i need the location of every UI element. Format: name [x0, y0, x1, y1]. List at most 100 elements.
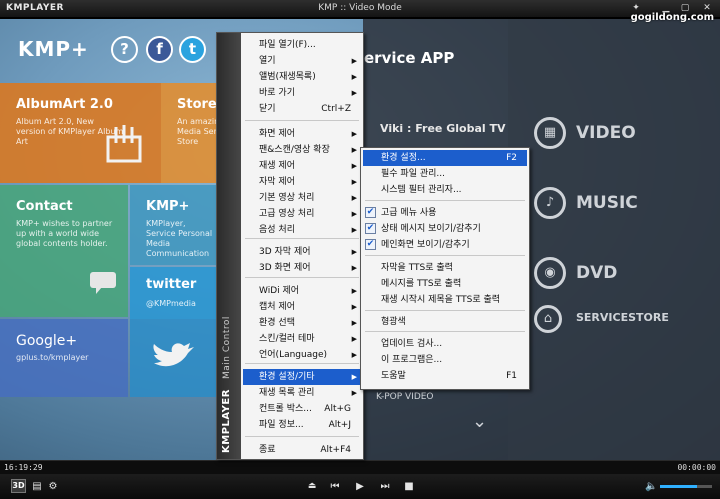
main-menu-item[interactable]: 종료 Alt+F4 — [243, 442, 361, 458]
main-menu-item[interactable]: 열기 ▶ — [243, 53, 361, 69]
gear-icon[interactable]: ⚙ — [47, 479, 59, 494]
main-menu-item[interactable]: 3D 자막 제어 ▶ — [243, 244, 361, 260]
window-title: KMP :: Video Mode — [318, 3, 402, 13]
submenu-item[interactable]: ✔ 메인화면 보이기/감추기 — [363, 237, 527, 253]
submenu-item[interactable]: 메시지를 TTS로 출력 — [363, 276, 527, 292]
next-icon[interactable]: ⏭ — [378, 479, 392, 494]
title-bar: KMPLAYER KMP :: Video Mode ✦ ▁ ▢ ✕ — [0, 0, 720, 18]
menu-item-label: 언어(Language) — [259, 350, 327, 360]
tile-title: twitter — [146, 277, 197, 292]
eject-icon[interactable]: ⏏ — [305, 479, 319, 494]
playlist-icon[interactable]: ▤ — [31, 479, 43, 494]
volume-fill — [660, 485, 698, 488]
submenu-item-label: 메인화면 보이기/감추기 — [381, 240, 470, 250]
submenu-item[interactable]: 필수 파일 관리... — [363, 166, 527, 182]
submenu-item[interactable]: 형광색 — [363, 314, 527, 330]
tile-google-plus[interactable]: Google+ gplus.to/kmplayer — [0, 319, 128, 397]
main-menu-item[interactable]: 파일 정보... Alt+J — [243, 417, 361, 433]
menu-item-label: 화면 제어 — [259, 129, 295, 139]
tile-twitter[interactable]: twitter @KMPmedia — [130, 267, 217, 319]
submenu-item[interactable]: 이 프로그램은... — [363, 352, 527, 368]
facebook-icon[interactable]: f — [146, 36, 173, 63]
3d-button[interactable]: 3D — [11, 479, 26, 493]
main-menu-item[interactable]: 재생 목록 관리 ▶ — [243, 385, 361, 401]
checkmark-icon: ✔ — [365, 223, 376, 234]
play-icon[interactable]: ▶ — [353, 479, 367, 494]
main-menu-item[interactable]: 3D 화면 제어 ▶ — [243, 260, 361, 276]
menu-item-label: 종료 — [259, 445, 276, 455]
help-icon[interactable]: ? — [111, 36, 138, 63]
previous-icon[interactable]: ⏮ — [328, 479, 342, 494]
menu-video[interactable]: VIDEO — [576, 123, 636, 143]
submenu-item[interactable]: 재생 시작시 제목을 TTS로 출력 — [363, 292, 527, 308]
video-icon: ▦ — [534, 117, 566, 149]
menu-servicestore[interactable]: SERVICESTORE — [576, 311, 669, 324]
menu-item-shortcut: Ctrl+Z — [321, 104, 351, 114]
tile-desc: gplus.to/kmplayer — [16, 353, 89, 362]
submenu-item[interactable]: 환경 설정... F2 — [363, 150, 527, 166]
menu-separator — [245, 363, 359, 364]
main-menu-item[interactable]: 기본 영상 처리 ▶ — [243, 190, 361, 206]
submenu-arrow-icon: ▶ — [351, 178, 357, 186]
main-menu-item[interactable]: 앨범(재생목록) ▶ — [243, 69, 361, 85]
submenu-arrow-icon: ▶ — [351, 210, 357, 218]
main-menu-item[interactable]: 화면 제어 ▶ — [243, 126, 361, 142]
menu-item-label: 앨범(재생목록) — [259, 72, 316, 82]
submenu-item[interactable]: 도움말 F1 — [363, 368, 527, 384]
partial-item[interactable]: K-POP VIDEO — [376, 392, 434, 402]
menu-item-label: 재생 목록 관리 — [259, 388, 315, 398]
submenu-item[interactable]: 시스템 필터 관리자... — [363, 182, 527, 198]
tile-store[interactable]: Store An amazing Media Service Store — [161, 83, 217, 183]
submenu-item[interactable]: 업데이트 검사... — [363, 336, 527, 352]
main-menu-item[interactable]: 스킨/컬러 테마 ▶ — [243, 331, 361, 347]
main-menu-item[interactable]: 바로 가기 ▶ — [243, 85, 361, 101]
seek-bar[interactable]: 16:19:29 00:00:00 — [0, 460, 720, 474]
submenu-item-label: 이 프로그램은... — [381, 355, 443, 365]
submenu-item-label: 도움말 — [381, 371, 406, 381]
viki-item[interactable]: Viki : Free Global TV — [380, 122, 506, 135]
volume-slider[interactable] — [660, 485, 712, 488]
main-menu-item[interactable]: 파일 열기(F)... — [243, 37, 361, 53]
tile-bird[interactable] — [130, 319, 217, 397]
submenu-arrow-icon: ▶ — [351, 57, 357, 65]
menu-item-label: 스킨/컬러 테마 — [259, 334, 315, 344]
main-menu-item[interactable]: 환경 설정/기타 ▶ — [243, 369, 361, 385]
submenu-item[interactable]: 자막을 TTS로 출력 — [363, 260, 527, 276]
menu-item-label: 3D 화면 제어 — [259, 263, 311, 273]
chevron-down-icon[interactable]: ⌄ — [472, 411, 487, 432]
menu-item-label: 3D 자막 제어 — [259, 247, 311, 257]
menu-item-label: 환경 설정/기타 — [259, 372, 315, 382]
menu-music[interactable]: MUSIC — [576, 193, 638, 213]
main-menu-item[interactable]: 재생 제어 ▶ — [243, 158, 361, 174]
tile-albumart[interactable]: AlbumArt 2.0 Album Art 2.0, New version … — [0, 83, 161, 183]
kmp-plus-logo: KMP+ — [18, 37, 89, 61]
main-menu-item[interactable]: 닫기 Ctrl+Z — [243, 101, 361, 117]
main-menu-item[interactable]: 자막 제어 ▶ — [243, 174, 361, 190]
speaker-icon[interactable]: 🔈 — [645, 479, 657, 494]
twitter-icon[interactable]: t — [179, 36, 206, 63]
tile-desc: An amazing Media Service Store — [177, 117, 217, 146]
current-time: 16:19:29 — [4, 463, 43, 472]
main-menu-item[interactable]: 고급 영상 처리 ▶ — [243, 206, 361, 222]
main-menu-item[interactable]: WiDi 제어 ▶ — [243, 283, 361, 299]
submenu-item-label: 자막을 TTS로 출력 — [381, 263, 453, 273]
main-menu-item[interactable]: 언어(Language) ▶ — [243, 347, 361, 363]
menu-separator — [245, 436, 359, 437]
main-menu-item[interactable]: 팬&스캔/영상 확장 ▶ — [243, 142, 361, 158]
submenu-item[interactable]: ✔ 고급 메뉴 사용 — [363, 205, 527, 221]
tile-kmpplus[interactable]: KMP+ KMPlayer, Service Personal Media Co… — [130, 185, 217, 265]
menu-item-label: 파일 열기(F)... — [259, 40, 316, 50]
checkmark-icon: ✔ — [365, 239, 376, 250]
stop-icon[interactable]: ■ — [402, 479, 416, 494]
main-menu-item[interactable]: 컨트롤 박스... Alt+G — [243, 401, 361, 417]
submenu-arrow-icon: ▶ — [351, 351, 357, 359]
tile-contact[interactable]: Contact KMP+ wishes to partner up with a… — [0, 185, 128, 317]
submenu-item[interactable]: ✔ 상태 메시지 보이기/감추기 — [363, 221, 527, 237]
tile-desc: @KMPmedia — [146, 299, 196, 308]
main-menu-item[interactable]: 캡처 제어 ▶ — [243, 299, 361, 315]
main-menu-item[interactable]: 환경 선택 ▶ — [243, 315, 361, 331]
menu-item-label: 컨트롤 박스... — [259, 404, 312, 414]
tile-desc: KMP+ wishes to partner up with a world w… — [16, 219, 113, 248]
main-menu-item[interactable]: 음성 처리 ▶ — [243, 222, 361, 238]
menu-dvd[interactable]: DVD — [576, 263, 617, 283]
